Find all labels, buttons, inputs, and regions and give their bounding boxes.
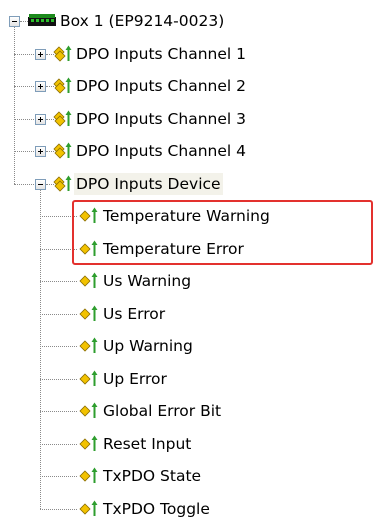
input-variable-icon <box>79 336 99 360</box>
tree-connector-horizontal <box>40 476 77 477</box>
expand-dpo-inputs-channel-3-button[interactable] <box>35 113 46 125</box>
tree-connector-horizontal <box>14 151 34 152</box>
tree-node-dpo-inputs-channel-4[interactable]: DPO Inputs Channel 4 <box>74 140 248 162</box>
tree-connector-horizontal <box>40 281 77 282</box>
pdo-input-icon <box>53 44 73 68</box>
tree-node-dpo-inputs-channel-1[interactable]: DPO Inputs Channel 1 <box>74 43 248 65</box>
tree-connector-horizontal <box>40 443 77 445</box>
pdo-input-icon <box>53 174 73 198</box>
tree-node-dpo-inputs-channel-3[interactable]: DPO Inputs Channel 3 <box>74 108 248 130</box>
expand-dpo-inputs-channel-1-button[interactable] <box>35 48 46 60</box>
tree-connector-horizontal <box>14 86 34 87</box>
tree-connector-vertical <box>14 27 15 184</box>
input-variable-icon <box>79 271 99 295</box>
expand-dpo-inputs-device-button[interactable] <box>35 178 46 190</box>
tree-connector-horizontal <box>40 378 77 380</box>
tree-connector-horizontal <box>14 183 34 185</box>
input-variable-icon <box>79 499 99 523</box>
tree-connector-horizontal <box>40 411 77 412</box>
expand-dpo-inputs-channel-4-button[interactable] <box>35 146 46 157</box>
tree-leaf-up-error[interactable]: Up Error <box>101 368 169 390</box>
tree-connector-horizontal <box>40 313 77 315</box>
input-variable-icon <box>79 434 99 458</box>
pdo-input-icon <box>53 76 73 100</box>
tree-node-dpo-inputs-device[interactable]: DPO Inputs Device <box>74 172 223 195</box>
tree-leaf-global-error-bit[interactable]: Global Error Bit <box>101 400 223 422</box>
input-variable-icon <box>79 304 99 328</box>
tree-leaf-txpdo-toggle[interactable]: TxPDO Toggle <box>101 498 212 520</box>
tree-node-dpo-inputs-channel-2[interactable]: DPO Inputs Channel 2 <box>74 75 248 97</box>
tree-node-root-label[interactable]: Box 1 (EP9214-0023) <box>58 10 226 32</box>
highlight-frame <box>72 200 373 265</box>
ethercat-box-icon <box>28 14 56 32</box>
input-variable-icon <box>79 466 99 490</box>
tree-connector-horizontal <box>20 21 28 22</box>
input-variable-icon <box>79 401 99 425</box>
tree-leaf-us-error[interactable]: Us Error <box>101 303 167 325</box>
pdo-input-icon <box>53 109 73 133</box>
expand-root-button[interactable] <box>9 16 20 27</box>
input-variable-icon <box>79 369 99 393</box>
tree-connector-horizontal <box>40 508 77 510</box>
tree-connector-horizontal <box>14 118 34 120</box>
tree-connector-horizontal <box>40 346 77 347</box>
tree-leaf-us-warning[interactable]: Us Warning <box>101 270 193 292</box>
tree-leaf-txpdo-state[interactable]: TxPDO State <box>101 465 203 487</box>
tree-leaf-reset-input[interactable]: Reset Input <box>101 433 193 455</box>
pdo-input-icon <box>53 141 73 165</box>
tree-connector-vertical <box>40 189 41 509</box>
tree-leaf-up-warning[interactable]: Up Warning <box>101 335 195 357</box>
tree-connector-horizontal <box>14 53 34 55</box>
expand-dpo-inputs-channel-2-button[interactable] <box>35 81 46 92</box>
